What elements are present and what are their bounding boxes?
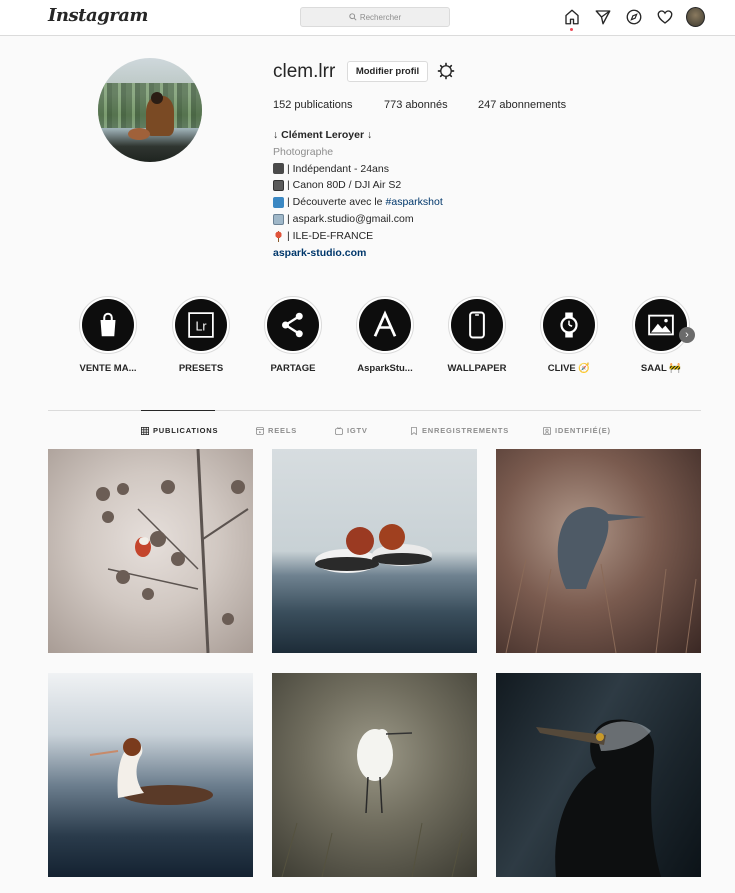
repeat-icon: [273, 197, 284, 209]
post-image: [536, 719, 661, 877]
highlight-label: WALLPAPER: [447, 363, 507, 374]
tab-publications[interactable]: PUBLICATIONS: [141, 426, 218, 435]
post-thumbnail[interactable]: [272, 673, 477, 877]
avatar: [686, 6, 705, 27]
highlight-label: PARTAGE: [270, 363, 316, 374]
pin-icon: [273, 230, 284, 242]
activity-button[interactable]: [655, 7, 674, 26]
camera-icon: [273, 163, 284, 175]
bio-line: | ILE-DE-FRANCE: [273, 228, 443, 245]
search-placeholder: Rechercher: [359, 12, 402, 22]
edit-profile-button[interactable]: Modifier profil: [347, 61, 428, 82]
phone-icon: [469, 311, 485, 339]
highlight-label: VENTE MA...: [79, 363, 137, 374]
paper-plane-icon: [595, 9, 610, 24]
aspark-logo-icon: [373, 310, 397, 337]
followers-count[interactable]: 773 abonnés: [384, 99, 448, 111]
post-thumbnail[interactable]: [496, 449, 701, 653]
highlight-label: SAAL 🚧: [640, 363, 682, 374]
highlight-wallpaper[interactable]: WALLPAPER: [437, 296, 517, 374]
home-icon: [564, 9, 579, 24]
posts-count: 152 publications: [273, 99, 353, 111]
chevron-right-icon: ›: [685, 329, 689, 341]
highlights-next-button[interactable]: ›: [679, 327, 695, 343]
heart-icon: [657, 9, 672, 24]
post-thumbnail[interactable]: [48, 673, 253, 877]
lightroom-icon: Lr: [188, 312, 214, 338]
following-count[interactable]: 247 abonnements: [478, 99, 566, 111]
bio-category: Photographe: [273, 145, 334, 158]
shopping-bag-icon: [100, 312, 116, 337]
post-image: [315, 524, 432, 573]
nav-icons: [562, 6, 705, 31]
highlight-partage[interactable]: PARTAGE: [253, 296, 333, 374]
bookmark-icon: [411, 426, 417, 435]
highlight-clive[interactable]: CLIVE 🧭: [529, 296, 609, 374]
highlight-label: CLIVE 🧭: [547, 363, 591, 374]
bio-hashtag-link[interactable]: #asparkshot: [386, 194, 443, 211]
post-image: [505, 507, 697, 653]
search-icon: [349, 13, 357, 21]
post-thumbnail[interactable]: [496, 673, 701, 877]
camera-icon: [273, 180, 284, 192]
search-input[interactable]: Rechercher: [300, 7, 450, 27]
explore-button[interactable]: [624, 7, 643, 26]
profile-username: clem.lrr: [273, 61, 336, 82]
image-icon: [648, 314, 674, 336]
tab-reels[interactable]: REELS: [256, 426, 297, 435]
reels-icon: [256, 426, 264, 435]
post-thumbnail[interactable]: [48, 449, 253, 653]
home-active-dot: [570, 28, 573, 31]
grid-icon: [141, 426, 149, 435]
highlight-presets[interactable]: Lr PRESETS: [161, 296, 241, 374]
bio-line: | aspark.studio@gmail.com: [273, 211, 443, 228]
highlight-vente[interactable]: VENTE MA...: [68, 296, 148, 374]
mailbox-icon: [273, 213, 284, 225]
tab-identifie[interactable]: IDENTIFIÉ(E): [543, 426, 611, 435]
top-navigation-bar: Instagram Rechercher: [0, 0, 735, 36]
highlight-asparkstudio[interactable]: AsparkStu...: [345, 296, 425, 374]
active-tab-indicator: [141, 410, 215, 411]
highlight-label: AsparkStu...: [357, 363, 413, 374]
profile-picture[interactable]: [98, 58, 202, 162]
bio-website-link[interactable]: aspark-studio.com: [273, 245, 443, 262]
watch-icon: [560, 312, 578, 338]
tab-enregistrements[interactable]: ENREGISTREMENTS: [410, 426, 509, 435]
compass-icon: [626, 9, 641, 24]
profile-bio: ↓ Clément Leroyer ↓ Photographe | Indépe…: [273, 127, 443, 261]
bio-line: | Découverte avec le #asparkshot: [273, 194, 443, 211]
highlight-label: PRESETS: [178, 363, 224, 374]
settings-gear-icon[interactable]: [437, 62, 455, 80]
post-image: [89, 738, 213, 805]
profile-avatar-button[interactable]: [686, 6, 705, 27]
share-icon: [282, 312, 303, 338]
post-image: [281, 729, 463, 877]
tag-icon: [543, 426, 551, 435]
bio-line: | Indépendant - 24ans: [273, 161, 443, 178]
direct-messages-button[interactable]: [593, 7, 612, 26]
post-thumbnail[interactable]: [272, 449, 477, 653]
instagram-logo[interactable]: Instagram: [48, 5, 148, 26]
bio-full-name: ↓ Clément Leroyer ↓: [273, 129, 373, 141]
bio-line: | Canon 80D / DJI Air S2: [273, 177, 443, 194]
home-button[interactable]: [562, 7, 581, 31]
svg-text:Lr: Lr: [195, 320, 206, 334]
tab-igtv[interactable]: IGTV: [335, 426, 368, 435]
igtv-icon: [335, 426, 343, 435]
post-image: [96, 449, 249, 653]
